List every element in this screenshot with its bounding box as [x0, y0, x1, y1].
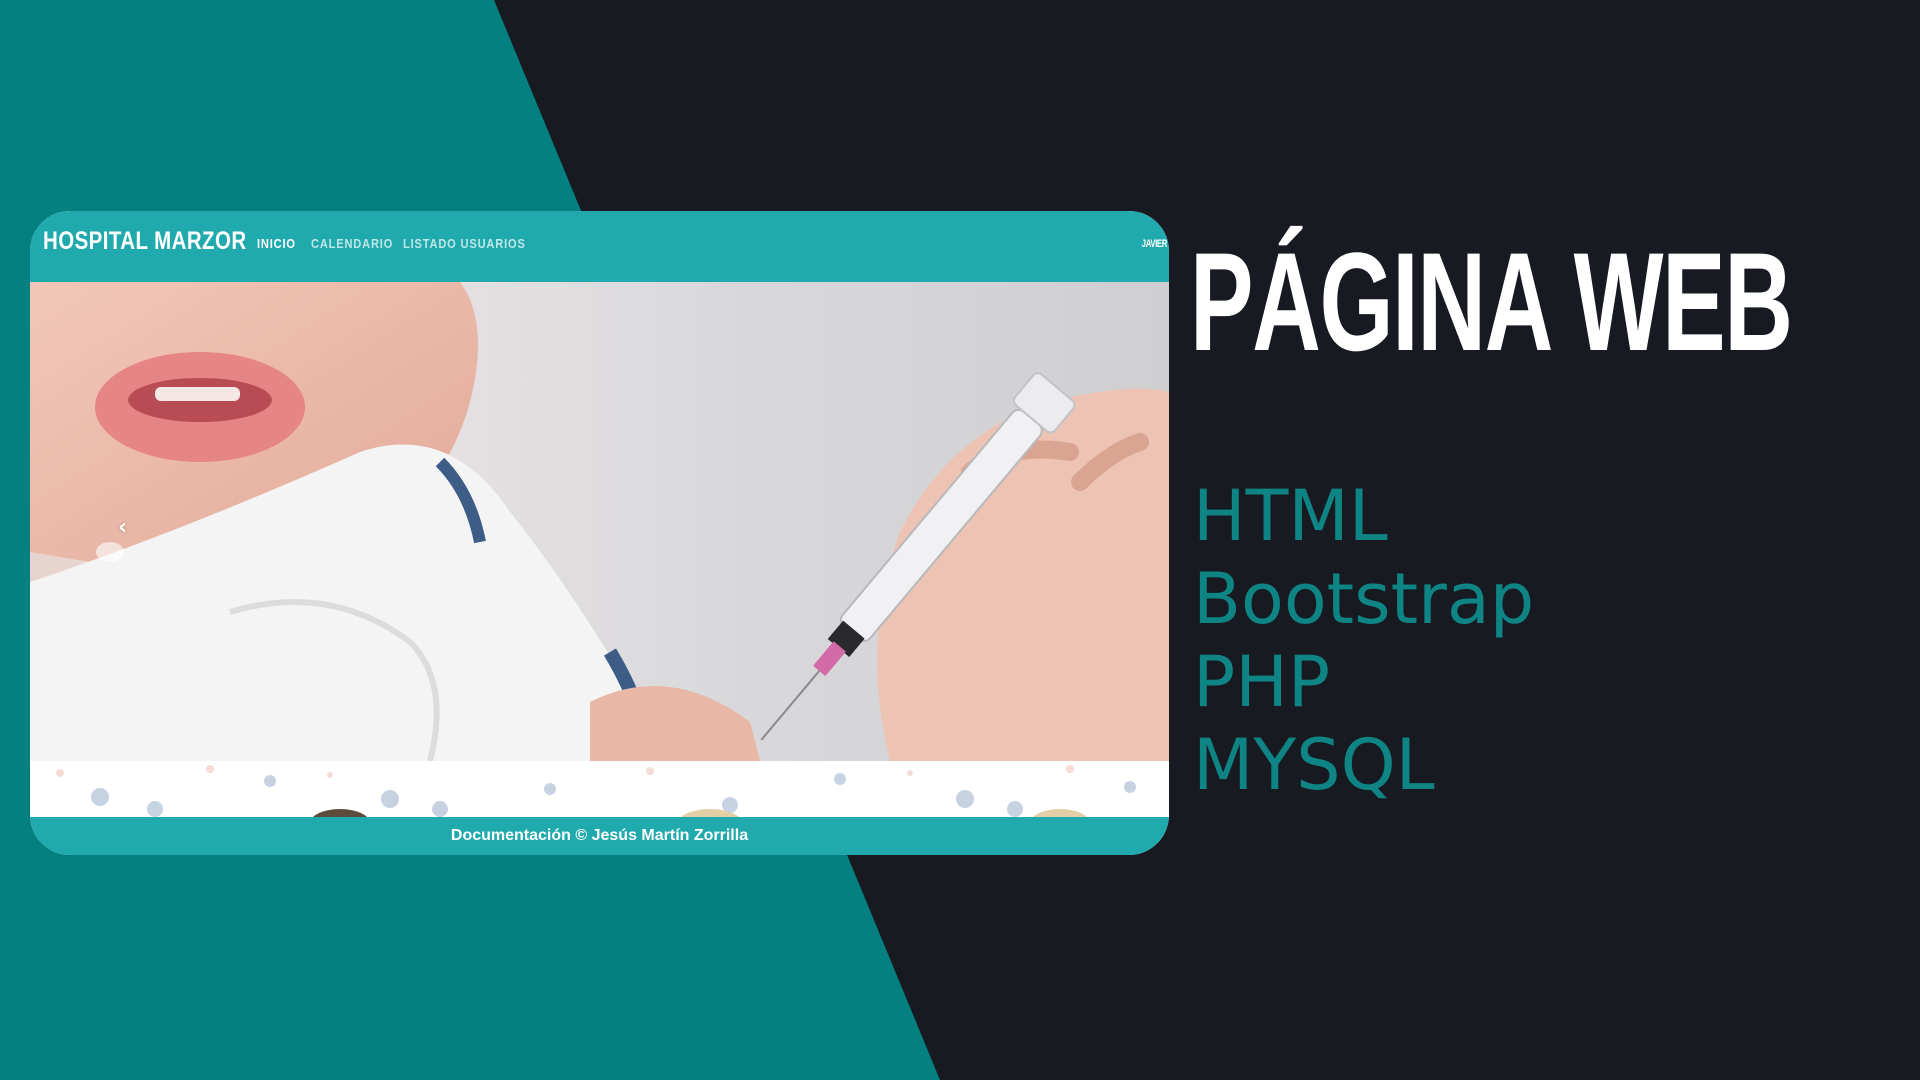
nav-item-inicio[interactable]: INICIO: [257, 236, 296, 251]
chevron-left-icon[interactable]: ‹: [118, 515, 127, 540]
nav-item-calendario[interactable]: CALENDARIO: [311, 236, 393, 251]
website-screenshot: HOSPITAL MARZOR INICIO CALENDARIO LISTAD…: [30, 211, 1169, 855]
nav-item-listado-usuarios[interactable]: LISTADO USUARIOS: [403, 236, 526, 251]
carousel-image: ‹: [30, 282, 1169, 761]
tech-item-mysql: MYSQL: [1193, 724, 1435, 806]
footer-credits: Documentación © Jesús Martín Zorrilla: [450, 827, 749, 844]
virus-pattern-banner: [30, 761, 1169, 817]
page-title: PÁGINA WEB: [1190, 223, 1793, 380]
technology-list: HTML Bootstrap PHP MYSQL: [1193, 475, 1534, 807]
navbar: HOSPITAL MARZOR INICIO CALENDARIO LISTAD…: [30, 211, 1169, 282]
vaccination-illustration: [30, 282, 1169, 761]
footer: Documentación © Jesús Martín Zorrilla: [30, 817, 1169, 855]
tech-item-bootstrap: Bootstrap: [1193, 558, 1535, 640]
tech-item-php: PHP: [1193, 641, 1331, 723]
brand-logo[interactable]: HOSPITAL MARZOR: [43, 227, 247, 256]
tech-item-html: HTML: [1193, 475, 1388, 557]
user-menu[interactable]: JAVIER: [1142, 238, 1167, 250]
